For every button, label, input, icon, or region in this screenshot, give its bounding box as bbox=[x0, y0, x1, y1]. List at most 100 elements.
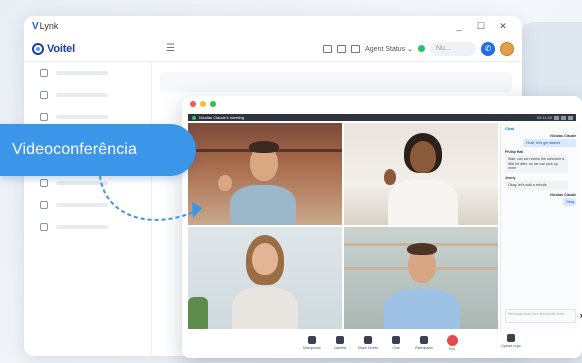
meeting-clock: 00:11:40 bbox=[536, 115, 552, 120]
menu-icon[interactable]: ☰ bbox=[166, 43, 175, 54]
upload-icon bbox=[507, 334, 515, 342]
end-call-button[interactable]: End bbox=[441, 335, 463, 351]
chat-title: Chat bbox=[505, 126, 514, 131]
chat-message: Okay, let's wait a minute bbox=[505, 181, 568, 190]
sidebar-placeholder bbox=[56, 93, 108, 97]
feature-label-ribbon: Videoconferência bbox=[0, 124, 196, 176]
participant-body bbox=[230, 185, 296, 225]
settings-icon[interactable] bbox=[568, 115, 573, 120]
document-icon bbox=[40, 91, 48, 99]
app-header: Voitel ☰ Agent Status ⌄ Nu... ✆ bbox=[24, 36, 522, 62]
maximize-dot-icon[interactable] bbox=[210, 101, 216, 107]
feature-label: Videoconferência bbox=[12, 141, 137, 158]
brand-name: Voitel bbox=[47, 42, 75, 55]
camera-icon bbox=[336, 336, 344, 344]
minimize-dot-icon[interactable] bbox=[200, 101, 206, 107]
grid-view-icon[interactable] bbox=[323, 44, 333, 53]
participant-body bbox=[388, 179, 458, 225]
users-icon bbox=[40, 69, 48, 77]
chat-panel: Chat Nicolas Claude Hi all, let's get st… bbox=[500, 123, 582, 329]
phone-button[interactable]: ✆ bbox=[481, 41, 495, 56]
chat-icon bbox=[392, 336, 400, 344]
pointer-arrow-icon bbox=[99, 175, 202, 221]
chat-message-author: Nicolas Claude bbox=[550, 134, 576, 138]
chat-message-author: Jenny bbox=[505, 176, 516, 181]
chat-message-author: Nicolas Claude bbox=[550, 192, 576, 197]
participant-hand bbox=[384, 169, 396, 185]
plant bbox=[188, 297, 208, 329]
mic-icon bbox=[40, 201, 48, 209]
chat-message-author: Phillip Hall bbox=[505, 150, 524, 154]
layout-icon[interactable] bbox=[554, 115, 559, 120]
participant-head bbox=[252, 243, 278, 275]
header-tools: Agent Status ⌄ Nu... ✆ bbox=[323, 41, 514, 56]
sidebar-placeholder bbox=[56, 71, 108, 75]
meeting-title: Nicolas Claude's meeting bbox=[199, 115, 245, 120]
toggle-icon bbox=[40, 179, 48, 187]
arrow-path bbox=[99, 175, 195, 221]
fullscreen-icon[interactable] bbox=[561, 115, 566, 120]
brand-logo-icon bbox=[32, 42, 44, 55]
stage: V Lynk _ ☐ ✕ Voitel ☰ Agent Status ⌄ Nu.… bbox=[0, 0, 582, 363]
microphone-label: Microphone bbox=[303, 346, 321, 350]
participant-tile[interactable] bbox=[344, 227, 498, 329]
participant-grid bbox=[188, 123, 498, 329]
online-status-icon bbox=[418, 45, 425, 52]
microphone-icon bbox=[308, 336, 316, 344]
meeting-bar: Nicolas Claude's meeting bbox=[188, 114, 498, 121]
agent-status-dropdown[interactable]: Agent Status ⌄ bbox=[365, 45, 413, 53]
monitor-icon[interactable] bbox=[351, 44, 361, 53]
participant-head bbox=[410, 141, 436, 173]
agent-status-label: Agent Status bbox=[365, 45, 406, 53]
chat-input-placeholder: Message chat here and press enter bbox=[508, 312, 565, 316]
participant-tile[interactable] bbox=[344, 123, 498, 225]
share-screen-icon bbox=[364, 336, 372, 344]
close-button[interactable]: ✕ bbox=[492, 21, 514, 32]
titlebar: V Lynk _ ☐ ✕ bbox=[24, 16, 522, 36]
recording-icon bbox=[192, 115, 196, 120]
search-input[interactable]: Nu... bbox=[430, 41, 476, 56]
participant-tile[interactable] bbox=[188, 227, 342, 329]
video-call-window: Nicolas Claude's meeting 00:11:40 Chat N… bbox=[182, 96, 582, 358]
call-window-chrome bbox=[182, 96, 582, 112]
chat-button[interactable]: Chat bbox=[385, 336, 407, 350]
chat-label: Chat bbox=[392, 346, 400, 350]
chat-message: Okay bbox=[563, 197, 576, 206]
upload-logo-label: Upload Logo bbox=[501, 344, 521, 348]
share-screen-label: Share Screen bbox=[357, 346, 379, 350]
participant-body bbox=[384, 289, 460, 329]
chat-message: Hi all, let's get started bbox=[523, 139, 576, 147]
call-controls: Microphone Camera Share Screen Chat Part… bbox=[188, 331, 576, 355]
sidebar-item-users[interactable] bbox=[24, 62, 151, 84]
close-dot-icon[interactable] bbox=[190, 101, 196, 107]
chat-input[interactable]: Message chat here and press enter ➤ bbox=[505, 309, 582, 323]
participant-hair bbox=[407, 243, 437, 255]
arrow-head bbox=[192, 202, 202, 218]
chat-message: Walt, can we review the schedule a littl… bbox=[505, 155, 568, 174]
participant-hand bbox=[218, 175, 232, 191]
end-call-label: End bbox=[448, 347, 456, 351]
list-icon bbox=[40, 223, 48, 231]
meeting-bar-tools: 00:11:40 bbox=[498, 114, 576, 121]
participants-label: Participants bbox=[415, 346, 433, 350]
minimize-button[interactable]: _ bbox=[448, 21, 470, 31]
avatar[interactable] bbox=[500, 41, 514, 56]
brand: Voitel bbox=[32, 42, 152, 55]
main-content-area bbox=[160, 72, 512, 92]
participants-icon bbox=[420, 336, 428, 344]
participant-hair bbox=[249, 141, 279, 153]
participant-body bbox=[232, 287, 298, 329]
camera-button[interactable]: Camera bbox=[329, 336, 351, 350]
sidebar-item-documents[interactable] bbox=[24, 84, 151, 106]
app-logo-mark: V bbox=[32, 20, 39, 32]
sidebar-placeholder bbox=[56, 115, 108, 119]
share-screen-button[interactable]: Share Screen bbox=[357, 336, 379, 350]
microphone-button[interactable]: Microphone bbox=[301, 336, 323, 350]
maximize-button[interactable]: ☐ bbox=[470, 21, 492, 32]
upload-logo-button[interactable]: Upload Logo bbox=[500, 334, 522, 348]
end-call-icon bbox=[446, 335, 458, 346]
window-icon[interactable] bbox=[337, 44, 347, 53]
chat-icon bbox=[40, 113, 48, 121]
participants-button[interactable]: Participants bbox=[413, 336, 435, 350]
camera-label: Camera bbox=[333, 346, 347, 350]
